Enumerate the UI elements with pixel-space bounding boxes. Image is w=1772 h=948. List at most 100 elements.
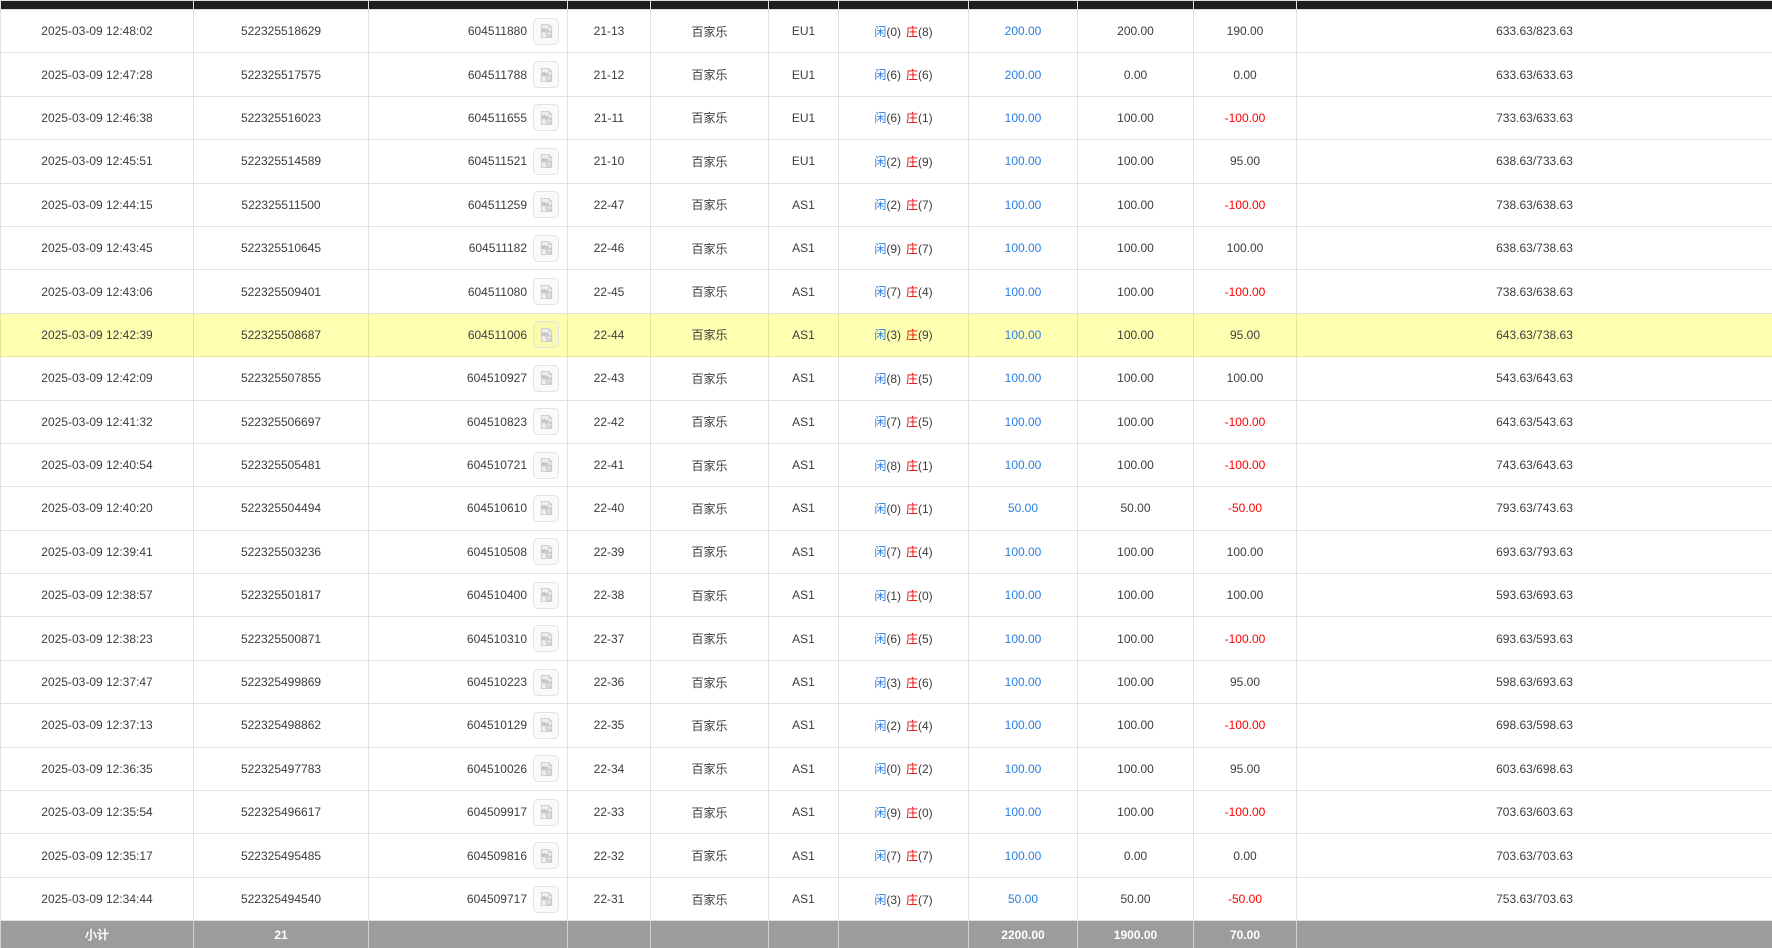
table-row[interactable]: 2025-03-09 12:43:06 522325509401 6045110…: [1, 270, 1772, 313]
bet-amount-link[interactable]: 100.00: [1005, 632, 1042, 646]
table-row[interactable]: 2025-03-09 12:35:17 522325495485 6045098…: [1, 834, 1772, 877]
bet-amount-link[interactable]: 100.00: [1005, 805, 1042, 819]
round-id: 604510400: [467, 588, 527, 602]
table-row[interactable]: 2025-03-09 12:38:23 522325500871 6045103…: [1, 617, 1772, 660]
table-row[interactable]: 2025-03-09 12:46:38 522325516023 6045116…: [1, 96, 1772, 139]
subtotal-empty-cell: [839, 921, 969, 948]
bet-amount-link[interactable]: 100.00: [1005, 154, 1042, 168]
bet-amount-link[interactable]: 100.00: [1005, 762, 1042, 776]
video-replay-button[interactable]: [533, 235, 559, 262]
bet-id: 522325509401: [194, 270, 369, 313]
bet-amount-link[interactable]: 100.00: [1005, 111, 1042, 125]
table-row[interactable]: 2025-03-09 12:47:28 522325517575 6045117…: [1, 53, 1772, 96]
player-points: (3): [886, 328, 901, 342]
bet-amount-link[interactable]: 100.00: [1005, 285, 1042, 299]
video-replay-button[interactable]: [533, 321, 559, 348]
player-points: (3): [886, 893, 901, 907]
video-replay-button[interactable]: [533, 755, 559, 782]
round-id: 604511006: [468, 328, 527, 342]
round-cell: 604510610: [369, 487, 568, 530]
game-result: 闲(6)庄(5): [839, 617, 969, 660]
table-row[interactable]: 2025-03-09 12:43:45 522325510645 6045111…: [1, 226, 1772, 269]
video-replay-button[interactable]: [533, 625, 559, 652]
bet-id: 522325499869: [194, 660, 369, 703]
round-cell: 604510310: [369, 617, 568, 660]
header-cell: [1194, 1, 1297, 10]
bet-amount-link[interactable]: 100.00: [1005, 241, 1042, 255]
video-replay-button[interactable]: [533, 191, 559, 218]
video-replay-button[interactable]: [533, 495, 559, 522]
player-result-label: 闲: [874, 676, 886, 690]
table-row[interactable]: 2025-03-09 12:41:32 522325506697 6045108…: [1, 400, 1772, 443]
video-replay-button[interactable]: [533, 61, 559, 88]
table-row[interactable]: 2025-03-09 12:44:15 522325511500 6045112…: [1, 183, 1772, 226]
bet-amount-link[interactable]: 50.00: [1008, 501, 1038, 515]
game-result: 闲(6)庄(6): [839, 53, 969, 96]
platform-code: AS1: [769, 357, 839, 400]
valid-amount: 100.00: [1078, 791, 1194, 834]
banker-points: (5): [918, 372, 933, 386]
bet-amount-link[interactable]: 50.00: [1008, 892, 1038, 906]
table-row[interactable]: 2025-03-09 12:45:51 522325514589 6045115…: [1, 140, 1772, 183]
player-result-label: 闲: [874, 415, 886, 429]
video-replay-button[interactable]: [533, 18, 559, 45]
bet-id: 522325498862: [194, 704, 369, 747]
video-replay-button[interactable]: [533, 104, 559, 131]
table-row[interactable]: 2025-03-09 12:39:41 522325503236 6045105…: [1, 530, 1772, 573]
bet-amount-link[interactable]: 100.00: [1005, 675, 1042, 689]
bet-amount-link[interactable]: 100.00: [1005, 545, 1042, 559]
table-round-number: 21-11: [568, 96, 651, 139]
bet-records-table: 2025-03-09 12:48:02 522325518629 6045118…: [0, 0, 1772, 948]
video-replay-button[interactable]: [533, 148, 559, 175]
banker-result-label: 庄: [906, 719, 918, 733]
bet-amount-link[interactable]: 100.00: [1005, 718, 1042, 732]
table-row[interactable]: 2025-03-09 12:42:09 522325507855 6045109…: [1, 357, 1772, 400]
platform-code: EU1: [769, 10, 839, 53]
banker-result-label: 庄: [906, 111, 918, 125]
video-replay-button[interactable]: [533, 408, 559, 435]
video-replay-button[interactable]: [533, 278, 559, 305]
bet-amount-link[interactable]: 200.00: [1005, 68, 1042, 82]
table-row[interactable]: 2025-03-09 12:40:20 522325504494 6045106…: [1, 487, 1772, 530]
video-replay-button[interactable]: [533, 365, 559, 392]
video-replay-button[interactable]: [533, 712, 559, 739]
bet-amount-link[interactable]: 100.00: [1005, 849, 1042, 863]
banker-result-label: 庄: [906, 372, 918, 386]
valid-amount: 100.00: [1078, 357, 1194, 400]
video-replay-button[interactable]: [533, 582, 559, 609]
game-name: 百家乐: [651, 443, 769, 486]
video-replay-button[interactable]: [533, 799, 559, 826]
table-row[interactable]: 2025-03-09 12:37:13 522325498862 6045101…: [1, 704, 1772, 747]
table-row[interactable]: 2025-03-09 12:37:47 522325499869 6045102…: [1, 660, 1772, 703]
player-result-label: 闲: [874, 372, 886, 386]
video-replay-button[interactable]: [533, 842, 559, 869]
bet-amount-link[interactable]: 100.00: [1005, 328, 1042, 342]
bet-amount-link[interactable]: 100.00: [1005, 458, 1042, 472]
bet-amount-link[interactable]: 100.00: [1005, 588, 1042, 602]
game-result: 闲(7)庄(4): [839, 530, 969, 573]
balance-before-after: 753.63/703.63: [1297, 877, 1772, 920]
table-row[interactable]: 2025-03-09 12:36:35 522325497783 6045100…: [1, 747, 1772, 790]
table-row[interactable]: 2025-03-09 12:34:44 522325494540 6045097…: [1, 877, 1772, 920]
table-row[interactable]: 2025-03-09 12:38:57 522325501817 6045104…: [1, 574, 1772, 617]
bet-amount-link[interactable]: 200.00: [1005, 24, 1042, 38]
winloss-amount: 0.00: [1194, 834, 1297, 877]
balance-before-after: 703.63/703.63: [1297, 834, 1772, 877]
table-row[interactable]: 2025-03-09 12:48:02 522325518629 6045118…: [1, 10, 1772, 53]
video-replay-button[interactable]: [533, 452, 559, 479]
video-replay-button[interactable]: [533, 669, 559, 696]
bet-amount-link[interactable]: 100.00: [1005, 415, 1042, 429]
table-row[interactable]: 2025-03-09 12:35:54 522325496617 6045099…: [1, 791, 1772, 834]
player-points: (0): [886, 25, 901, 39]
round-id: 604510927: [467, 371, 527, 385]
video-replay-button[interactable]: [533, 538, 559, 565]
bet-amount-link[interactable]: 100.00: [1005, 198, 1042, 212]
table-row[interactable]: 2025-03-09 12:40:54 522325505481 6045107…: [1, 443, 1772, 486]
bet-time: 2025-03-09 12:35:17: [1, 834, 194, 877]
video-replay-button[interactable]: [533, 886, 559, 913]
banker-result-label: 庄: [906, 676, 918, 690]
banker-points: (9): [918, 328, 933, 342]
bet-amount-link[interactable]: 100.00: [1005, 371, 1042, 385]
subtotal-row: 小计 21 2200.00 1900.00 70.00: [1, 921, 1772, 948]
table-row[interactable]: 2025-03-09 12:42:39 522325508687 6045110…: [1, 313, 1772, 356]
